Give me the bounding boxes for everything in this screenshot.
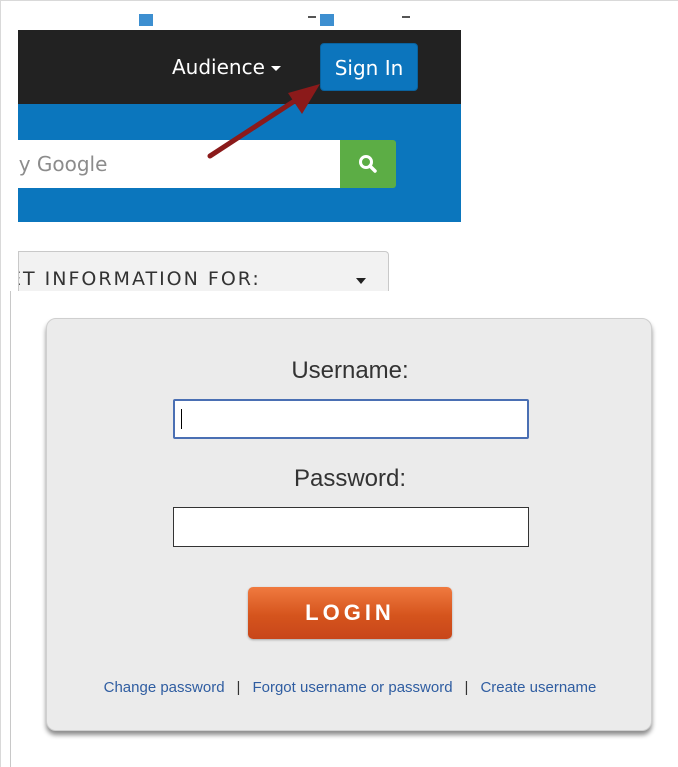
caret-down-icon: [270, 66, 281, 71]
forgot-credentials-link[interactable]: Forgot username or password: [252, 679, 452, 696]
username-input[interactable]: [173, 399, 529, 439]
annotation-arrow-icon: [207, 84, 320, 159]
change-password-link[interactable]: Change password: [104, 679, 225, 696]
search-icon: [359, 155, 377, 173]
link-separator: |: [464, 679, 469, 696]
link-separator: |: [236, 679, 241, 696]
text-cursor: [181, 409, 182, 429]
audience-label: Audience: [172, 55, 265, 79]
text-fragment: [402, 16, 410, 18]
login-button[interactable]: LOGIN: [248, 587, 452, 639]
search-button[interactable]: [340, 140, 396, 188]
flag-icon: [320, 14, 334, 26]
search-placeholder: by Google: [18, 152, 108, 176]
flag-icon: [139, 14, 153, 26]
password-input[interactable]: [173, 507, 529, 547]
get-information-for-dropdown[interactable]: ET INFORMATION FOR:: [18, 251, 389, 295]
password-label: Password:: [293, 465, 407, 492]
username-label: Username:: [291, 357, 409, 384]
dropdown-label: ET INFORMATION FOR:: [18, 268, 261, 290]
top-header-strip: [18, 12, 461, 30]
sign-in-button[interactable]: Sign In: [320, 43, 418, 91]
login-panel: Username: Password: LOGIN Change passwor…: [46, 318, 652, 731]
text-fragment: [308, 16, 316, 18]
account-links: Change password | Forgot username or passw…: [47, 679, 653, 696]
create-username-link[interactable]: Create username: [480, 679, 596, 696]
caret-down-icon: [356, 278, 366, 284]
